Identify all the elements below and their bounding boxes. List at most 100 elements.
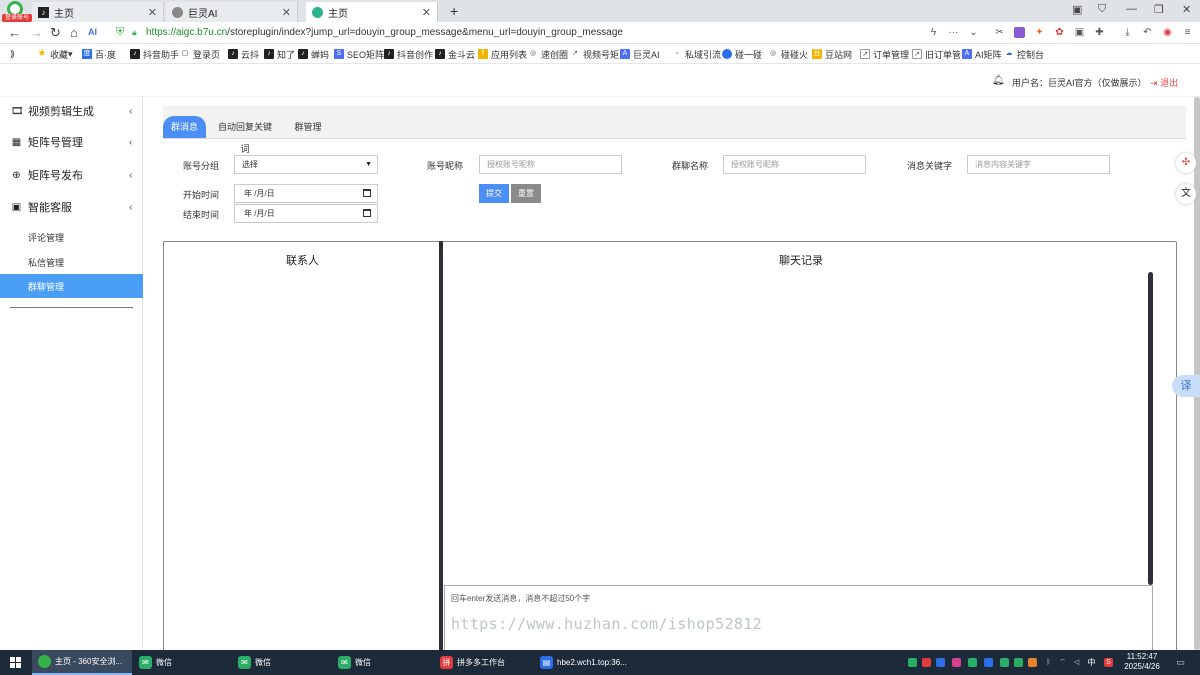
sidebar-sub-private-messages[interactable]: 私信管理 bbox=[0, 250, 143, 274]
lightning-icon[interactable]: ϟ bbox=[928, 27, 939, 38]
puzzle-icon[interactable]: ✚ bbox=[1094, 27, 1105, 38]
login-badge[interactable]: 登录账号 bbox=[2, 14, 32, 22]
shield-icon[interactable]: ⛨ bbox=[116, 26, 124, 39]
logout-button[interactable]: ⇥ 退出 bbox=[1150, 76, 1178, 89]
notification-icon[interactable]: ▭ bbox=[1176, 658, 1185, 667]
close-icon[interactable]: ✕ bbox=[282, 6, 291, 19]
bookmark-item[interactable]: f 应用列表 bbox=[478, 48, 527, 60]
menu-icon[interactable]: ≡ bbox=[1182, 27, 1193, 38]
reset-button[interactable]: 重置 bbox=[511, 184, 541, 203]
maximize-icon[interactable]: ❐ bbox=[1154, 3, 1164, 16]
bookmark-item[interactable]: ♪ 知了 bbox=[264, 48, 295, 60]
sidebar-item-smart-service[interactable]: ▣ 智能客服 ‹ bbox=[0, 197, 143, 217]
tab-group-manage[interactable]: 群管理 bbox=[291, 116, 325, 138]
url-field[interactable]: https://aigc.b7u.cn/storeplugin/index?ju… bbox=[146, 27, 623, 38]
wechat-tray-icon[interactable] bbox=[1014, 658, 1023, 667]
bookmark-item[interactable]: 豆豆站网 bbox=[812, 48, 852, 60]
chat-scrollbar[interactable] bbox=[1148, 272, 1153, 585]
bookmark-item[interactable]: ◎ 碰碰火 bbox=[768, 48, 808, 60]
browser-tab-home-1[interactable]: ♪ 主页 ✕ bbox=[32, 2, 164, 22]
bookmark-item[interactable]: ♪ 抖音助手 bbox=[130, 48, 179, 60]
page-scrollbar[interactable] bbox=[1194, 97, 1200, 650]
tab-group-messages[interactable]: 群消息 bbox=[163, 116, 206, 138]
close-icon[interactable]: ✕ bbox=[148, 6, 157, 19]
submit-button[interactable]: 提交 bbox=[479, 184, 509, 203]
windows-start-icon[interactable] bbox=[10, 657, 21, 668]
extension-orange-icon[interactable]: ✦ bbox=[1034, 27, 1045, 38]
bookmark-favorites[interactable]: ★ 收藏 ▾ bbox=[37, 48, 73, 60]
tray-red-icon[interactable] bbox=[922, 658, 931, 667]
system-clock[interactable]: 11:52:47 2025/4/26 bbox=[1124, 652, 1160, 672]
more-icon[interactable]: ··· bbox=[948, 27, 959, 38]
volume-icon[interactable]: ◁ bbox=[1072, 658, 1081, 667]
bookmark-item[interactable]: ▫ 私域引流 bbox=[672, 48, 721, 60]
window-close-icon[interactable]: ✕ bbox=[1182, 3, 1191, 16]
back-icon[interactable]: ← bbox=[8, 25, 21, 40]
tray-orange-icon[interactable] bbox=[1028, 658, 1037, 667]
minimize-icon[interactable]: — bbox=[1126, 3, 1137, 15]
sidebar-toggle-icon[interactable]: ▣ bbox=[1072, 3, 1082, 16]
bookmark-item[interactable]: ↗ 视频号矩 bbox=[570, 48, 619, 60]
sidebar-item-matrix-manage[interactable]: ▦ 矩阵号管理 ‹ bbox=[0, 132, 143, 152]
floating-share-icon[interactable]: ✣ bbox=[1176, 153, 1196, 173]
forward-icon[interactable]: → bbox=[30, 25, 43, 40]
ai-icon[interactable]: AI bbox=[88, 27, 97, 37]
wechat-tray-icon[interactable] bbox=[968, 658, 977, 667]
bookmark-item[interactable]: S SEO矩阵 bbox=[334, 48, 384, 60]
bookmark-item[interactable]: A 巨灵AI bbox=[620, 48, 660, 60]
tray-blue-icon[interactable] bbox=[984, 658, 993, 667]
bookmark-item[interactable]: ↗ 订单管理 bbox=[860, 48, 909, 60]
bookmark-item[interactable]: ♪ 抖音创作 bbox=[384, 48, 433, 60]
browser-tab-home-active[interactable]: 主页 ✕ bbox=[306, 2, 438, 22]
taskbar-wechat-2[interactable]: ✉ 微信 bbox=[232, 650, 330, 675]
scissors-icon[interactable]: ✂ bbox=[994, 27, 1005, 38]
bookmark-toggle-icon[interactable]: ⟫ bbox=[10, 48, 15, 60]
bell-icon[interactable]: 🔔︎ bbox=[992, 75, 1005, 86]
wechat-tray-icon[interactable] bbox=[1000, 658, 1009, 667]
bookmark-item[interactable]: ↗ 旧订单管 bbox=[912, 48, 961, 60]
tray-blue-icon[interactable] bbox=[936, 658, 945, 667]
extension-box-icon[interactable]: ▣ bbox=[1074, 27, 1085, 38]
extension-red-icon[interactable]: ✿ bbox=[1054, 27, 1065, 38]
bookmark-item[interactable]: ♪ 金斗云 bbox=[435, 48, 475, 60]
user-avatar-icon[interactable]: ◉ bbox=[1162, 27, 1173, 38]
sidebar-sub-group-chat[interactable]: 群聊管理 bbox=[0, 274, 143, 298]
taskbar-remote[interactable]: ▤ hbe2.wch1.top:36... bbox=[534, 650, 634, 675]
floating-translate-icon[interactable]: 文 bbox=[1176, 184, 1196, 204]
bookmark-item[interactable]: ▢ 登录页 bbox=[180, 48, 220, 60]
close-icon[interactable]: ✕ bbox=[422, 6, 431, 19]
wechat-tray-icon[interactable] bbox=[908, 658, 917, 667]
browser-tab-juling[interactable]: 巨灵AI ✕ bbox=[166, 2, 298, 22]
start-date-input[interactable]: 年 /月/日 bbox=[234, 184, 378, 203]
group-name-input[interactable]: 授权账号昵称 bbox=[723, 155, 866, 174]
download-icon[interactable]: ⤓ bbox=[1122, 27, 1133, 38]
sidebar-item-video-edit[interactable]: 🎞︎ 视频剪辑生成 ‹ bbox=[0, 101, 143, 121]
account-nick-input[interactable]: 授权账号昵称 bbox=[479, 155, 622, 174]
bookmark-baidu[interactable]: 度百·度 bbox=[82, 48, 116, 60]
ime-indicator[interactable]: 中 bbox=[1087, 658, 1096, 667]
sidebar-sub-comments[interactable]: 评论管理 bbox=[0, 225, 143, 249]
tab-auto-reply-keywords[interactable]: 自动回复关键词 bbox=[215, 116, 275, 154]
taskbar-wechat-1[interactable]: ✉ 微信 bbox=[133, 650, 231, 675]
undo-icon[interactable]: ↶ bbox=[1142, 27, 1153, 38]
bookmark-item[interactable]: ♪ 云抖 bbox=[228, 48, 259, 60]
bookmark-item[interactable]: ◎ 速创圈 bbox=[528, 48, 568, 60]
network-icon[interactable]: ⌔ bbox=[1058, 658, 1067, 667]
new-tab-button[interactable]: + bbox=[450, 3, 458, 19]
taskbar-wechat-3[interactable]: ✉ 微信 bbox=[332, 650, 430, 675]
tray-pink-icon[interactable] bbox=[952, 658, 961, 667]
bookmark-item[interactable]: ♪ 蝉妈 bbox=[298, 48, 329, 60]
calendar-icon[interactable] bbox=[363, 189, 371, 197]
bluetooth-icon[interactable]: ᛒ bbox=[1044, 658, 1053, 667]
bookmark-item[interactable]: ☁ 控制台 bbox=[1004, 48, 1045, 60]
end-date-input[interactable]: 年 /月/日 bbox=[234, 204, 378, 223]
taskbar-pinduoduo[interactable]: 拼 拼多多工作台 bbox=[434, 650, 532, 675]
browser-logo[interactable]: 登录账号 bbox=[2, 1, 32, 22]
home-icon[interactable]: ⌂ bbox=[70, 25, 78, 40]
calendar-icon[interactable] bbox=[363, 209, 371, 217]
bookmark-item[interactable]: 碰一碰 bbox=[722, 48, 762, 60]
account-group-select[interactable]: 选择 ▼ bbox=[234, 155, 378, 174]
translate-button[interactable]: 译 bbox=[1172, 375, 1200, 397]
taskbar-browser[interactable]: 主页 - 360安全浏... bbox=[32, 650, 132, 675]
shirt-icon[interactable]: ⛉ bbox=[1098, 3, 1106, 16]
